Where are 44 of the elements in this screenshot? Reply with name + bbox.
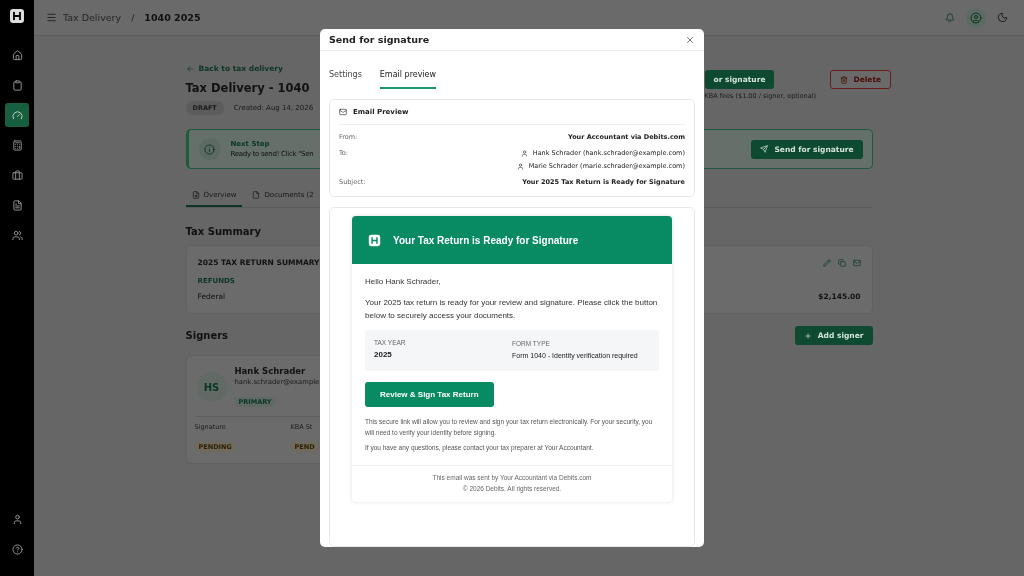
dialog-title: Send for signature: [329, 34, 430, 45]
page-title: Tax Delivery - 1040: [185, 81, 311, 95]
signer-name: Hank Schrader: [234, 366, 307, 376]
menu-icon[interactable]: [46, 12, 57, 23]
dialog-tab[interactable]: Settings: [329, 70, 362, 89]
users-icon: [11, 229, 23, 241]
person-icon: [520, 149, 528, 157]
detail-value: 2025: [374, 349, 393, 362]
document-icon: [252, 191, 261, 199]
home-icon: [11, 49, 23, 61]
gauge-icon: [11, 109, 23, 121]
breadcrumb-separator: /: [131, 12, 135, 23]
trash-icon: [840, 75, 849, 84]
clipboard-icon: [11, 79, 23, 91]
plus-icon: [803, 331, 812, 340]
document-icon: [191, 191, 200, 199]
info-icon: [198, 138, 221, 160]
calculator-icon: [11, 139, 23, 151]
mail-icon[interactable]: [852, 258, 861, 267]
user-icon: [11, 513, 23, 525]
send-icon: [760, 145, 769, 153]
close-icon[interactable]: [685, 34, 695, 45]
sidebar-nav-button[interactable]: [5, 103, 29, 127]
dialog-tab[interactable]: Email preview: [379, 70, 437, 89]
person-icon: [516, 162, 524, 170]
logo-icon: [368, 233, 381, 247]
copy-icon[interactable]: [837, 258, 846, 267]
avatar: HS: [196, 372, 227, 402]
email-paragraph: Your 2025 tax return is ready for your review and signature. Please click the button below to securely access your documents.: [365, 296, 659, 322]
document-icon: [11, 199, 23, 211]
help-icon: [11, 543, 23, 555]
breadcrumb-item[interactable]: Tax Delivery: [63, 12, 122, 23]
review-sign-button[interactable]: Review & Sign Tax Return: [365, 382, 494, 408]
logo-icon: [9, 8, 25, 24]
user-circle-icon[interactable]: [966, 7, 986, 28]
breadcrumb-item: 1040 2025: [144, 12, 201, 23]
arrow-left-icon: [185, 64, 194, 73]
email-title: Your Tax Return is Ready for Signature: [393, 234, 579, 246]
briefcase-icon: [11, 169, 23, 181]
edit-icon[interactable]: [822, 258, 831, 267]
section-heading: Signers: [185, 330, 229, 341]
section-heading: Tax Summary: [185, 226, 263, 237]
greeting: Hello Hank Schrader,: [365, 276, 442, 288]
mail-icon: [339, 108, 347, 116]
